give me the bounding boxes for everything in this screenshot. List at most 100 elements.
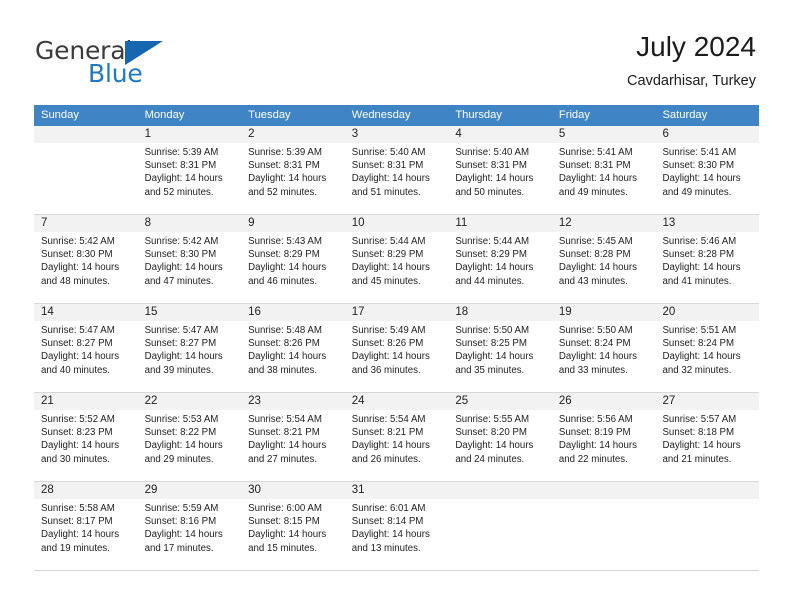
day-number[interactable]: 16 xyxy=(241,304,345,321)
day-cell[interactable]: Sunrise: 5:41 AM Sunset: 8:30 PM Daylight:… xyxy=(655,143,759,214)
day-cell[interactable]: Sunrise: 5:48 AM Sunset: 8:26 PM Daylight:… xyxy=(241,321,345,392)
day-cell[interactable]: Sunrise: 5:43 AM Sunset: 8:29 PM Daylight:… xyxy=(241,232,345,303)
day-cell[interactable]: Sunrise: 5:44 AM Sunset: 8:29 PM Daylight:… xyxy=(345,232,449,303)
day-cell[interactable]: Sunrise: 5:51 AM Sunset: 8:24 PM Daylight:… xyxy=(655,321,759,392)
day-detail-line: and 50 minutes. xyxy=(455,186,525,198)
day-detail-line: and 52 minutes. xyxy=(248,186,318,198)
day-detail-line: Daylight: 14 hours xyxy=(455,440,534,452)
day-number[interactable]: 31 xyxy=(345,482,449,499)
day-number[interactable]: 1 xyxy=(138,126,242,143)
day-cell[interactable]: Sunrise: 5:53 AM Sunset: 8:22 PM Daylight:… xyxy=(138,410,242,481)
day-cell[interactable]: Sunrise: 5:39 AM Sunset: 8:31 PM Daylight:… xyxy=(241,143,345,214)
day-detail-line: Daylight: 14 hours xyxy=(144,262,223,274)
day-number[interactable]: 11 xyxy=(448,215,552,232)
day-cell[interactable]: Sunrise: 5:42 AM Sunset: 8:30 PM Daylight:… xyxy=(138,232,242,303)
day-cell-empty xyxy=(448,499,552,570)
day-number[interactable]: 3 xyxy=(345,126,449,143)
day-detail-line: Sunset: 8:28 PM xyxy=(662,249,735,261)
day-cell[interactable]: Sunrise: 5:58 AM Sunset: 8:17 PM Daylight:… xyxy=(34,499,138,570)
day-number[interactable]: 20 xyxy=(655,304,759,321)
day-number[interactable]: 17 xyxy=(345,304,449,321)
day-detail-line: Sunset: 8:21 PM xyxy=(351,427,424,439)
day-number[interactable]: 29 xyxy=(138,482,242,499)
day-cell[interactable]: Sunrise: 5:49 AM Sunset: 8:26 PM Daylight:… xyxy=(345,321,449,392)
day-number[interactable]: 14 xyxy=(34,304,138,321)
day-cell[interactable]: Sunrise: 5:47 AM Sunset: 8:27 PM Daylight:… xyxy=(138,321,242,392)
day-number[interactable]: 4 xyxy=(448,126,552,143)
day-detail-line: and 29 minutes. xyxy=(144,453,214,465)
day-cell[interactable]: Sunrise: 5:40 AM Sunset: 8:31 PM Daylight:… xyxy=(345,143,449,214)
day-cell[interactable]: Sunrise: 5:42 AM Sunset: 8:30 PM Daylight:… xyxy=(34,232,138,303)
day-number[interactable]: 9 xyxy=(241,215,345,232)
day-number[interactable]: 18 xyxy=(448,304,552,321)
day-number[interactable]: 28 xyxy=(34,482,138,499)
day-number[interactable]: 6 xyxy=(655,126,759,143)
day-cell[interactable]: Sunrise: 5:44 AM Sunset: 8:29 PM Daylight:… xyxy=(448,232,552,303)
day-detail-line: Sunset: 8:21 PM xyxy=(248,427,320,439)
day-detail-line: Sunset: 8:29 PM xyxy=(351,249,424,261)
day-number[interactable]: 22 xyxy=(138,393,242,410)
day-number[interactable]: 23 xyxy=(241,393,345,410)
day-cell[interactable]: Sunrise: 5:55 AM Sunset: 8:20 PM Daylight:… xyxy=(448,410,552,481)
day-detail-line: and 35 minutes. xyxy=(455,364,525,376)
general-blue-logo[interactable]: General Blue xyxy=(35,36,225,88)
day-number[interactable]: 12 xyxy=(552,215,656,232)
day-number[interactable]: 24 xyxy=(345,393,449,410)
day-number[interactable]: 15 xyxy=(138,304,242,321)
day-detail-line: and 52 minutes. xyxy=(144,186,214,198)
day-detail-line: Sunset: 8:23 PM xyxy=(41,427,113,439)
day-detail-line: Sunrise: 6:00 AM xyxy=(248,503,322,514)
day-number[interactable]: 19 xyxy=(552,304,656,321)
day-number[interactable]: 25 xyxy=(448,393,552,410)
day-cell[interactable]: Sunrise: 5:45 AM Sunset: 8:28 PM Daylight:… xyxy=(552,232,656,303)
day-cell[interactable]: Sunrise: 5:46 AM Sunset: 8:28 PM Daylight:… xyxy=(655,232,759,303)
day-cell[interactable]: Sunrise: 5:57 AM Sunset: 8:18 PM Daylight:… xyxy=(655,410,759,481)
day-detail-line: and 46 minutes. xyxy=(248,275,318,287)
day-cell[interactable]: Sunrise: 5:59 AM Sunset: 8:16 PM Daylight:… xyxy=(138,499,242,570)
day-detail-line: Sunrise: 5:46 AM xyxy=(662,236,737,247)
day-cell[interactable]: Sunrise: 5:56 AM Sunset: 8:19 PM Daylight:… xyxy=(552,410,656,481)
day-number[interactable]: 7 xyxy=(34,215,138,232)
day-detail-line: Sunset: 8:29 PM xyxy=(455,249,527,261)
day-detail-line: Sunset: 8:30 PM xyxy=(41,249,113,261)
day-cell[interactable]: Sunrise: 6:00 AM Sunset: 8:15 PM Daylight:… xyxy=(241,499,345,570)
day-cell[interactable]: Sunrise: 5:52 AM Sunset: 8:23 PM Daylight:… xyxy=(34,410,138,481)
day-number[interactable]: 8 xyxy=(138,215,242,232)
day-detail-line: and 33 minutes. xyxy=(558,364,628,376)
day-detail-line: Daylight: 14 hours xyxy=(558,262,637,274)
day-detail-line: Sunset: 8:29 PM xyxy=(248,249,320,261)
day-cell[interactable]: Sunrise: 5:47 AM Sunset: 8:27 PM Daylight:… xyxy=(34,321,138,392)
week-daynumber-row: 28 29 30 31 xyxy=(34,482,759,499)
day-detail-line: Daylight: 14 hours xyxy=(662,440,741,452)
day-detail-line: and 32 minutes. xyxy=(662,364,732,376)
day-number[interactable]: 2 xyxy=(241,126,345,143)
day-number[interactable]: 13 xyxy=(655,215,759,232)
day-cell[interactable]: Sunrise: 5:50 AM Sunset: 8:25 PM Daylight:… xyxy=(448,321,552,392)
day-detail-line: Sunset: 8:25 PM xyxy=(455,338,527,350)
day-detail-line: Sunset: 8:31 PM xyxy=(351,160,424,172)
day-cell[interactable]: Sunrise: 5:40 AM Sunset: 8:31 PM Daylight:… xyxy=(448,143,552,214)
day-detail-line: Daylight: 14 hours xyxy=(248,440,327,452)
day-detail-line: Sunset: 8:30 PM xyxy=(662,160,735,172)
day-cell[interactable]: Sunrise: 5:50 AM Sunset: 8:24 PM Daylight:… xyxy=(552,321,656,392)
day-number[interactable]: 27 xyxy=(655,393,759,410)
week-detail-row: Sunrise: 5:42 AM Sunset: 8:30 PM Daylight:… xyxy=(34,232,759,303)
day-detail-line: Daylight: 14 hours xyxy=(558,440,637,452)
day-detail-line: and 49 minutes. xyxy=(662,186,732,198)
calendar-week-row: 28 29 30 31 Sunrise: 5:58 AM Sunset: 8:17 PM D… xyxy=(34,482,759,571)
day-cell[interactable]: Sunrise: 5:41 AM Sunset: 8:31 PM Daylight:… xyxy=(552,143,656,214)
day-detail-line: and 21 minutes. xyxy=(662,453,732,465)
day-number[interactable]: 26 xyxy=(552,393,656,410)
day-detail-line: Daylight: 14 hours xyxy=(455,262,534,274)
day-number[interactable]: 21 xyxy=(34,393,138,410)
day-cell[interactable]: Sunrise: 5:54 AM Sunset: 8:21 PM Daylight:… xyxy=(345,410,449,481)
day-detail-line: Sunrise: 5:44 AM xyxy=(351,236,426,247)
day-number[interactable]: 5 xyxy=(552,126,656,143)
day-number[interactable]: 10 xyxy=(345,215,449,232)
day-cell[interactable]: Sunrise: 6:01 AM Sunset: 8:14 PM Daylight:… xyxy=(345,499,449,570)
title-block: July 2024 Cavdarhisar, Turkey xyxy=(627,30,756,91)
day-cell[interactable]: Sunrise: 5:39 AM Sunset: 8:31 PM Daylight:… xyxy=(138,143,242,214)
day-detail-line: Daylight: 14 hours xyxy=(41,529,120,541)
day-number[interactable]: 30 xyxy=(241,482,345,499)
day-cell[interactable]: Sunrise: 5:54 AM Sunset: 8:21 PM Daylight:… xyxy=(241,410,345,481)
